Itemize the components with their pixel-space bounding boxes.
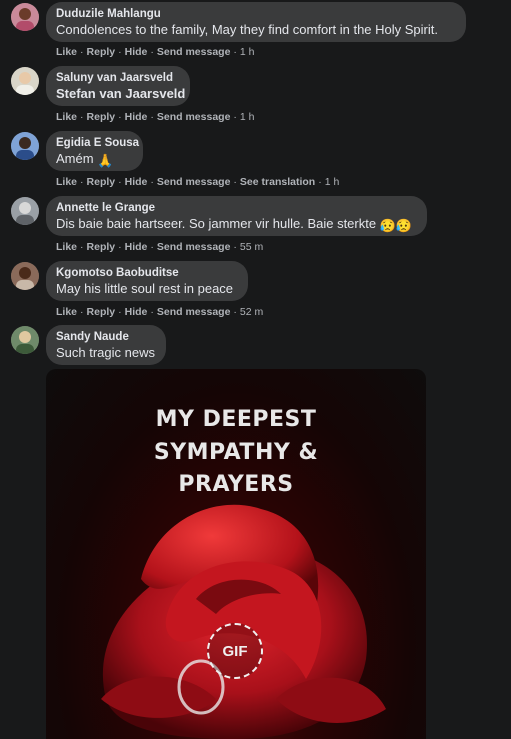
- hide-link[interactable]: Hide: [125, 46, 148, 58]
- comment-author[interactable]: Saluny van Jaarsveld: [56, 71, 180, 85]
- separator: ·: [80, 176, 84, 188]
- hide-link[interactable]: Hide: [125, 241, 148, 253]
- gif-attachment[interactable]: MY DEEPEST SYMPATHY & PRAYERS GIF: [46, 369, 426, 739]
- hide-link[interactable]: Hide: [125, 176, 148, 188]
- separator: ·: [233, 241, 237, 253]
- send-message-link[interactable]: Send message: [157, 306, 231, 318]
- comment-bubble: Annette le Grange Dis baie baie hartseer…: [46, 196, 427, 236]
- separator: ·: [233, 111, 237, 123]
- separator: ·: [233, 306, 237, 318]
- separator: ·: [80, 111, 84, 123]
- comment-text: Such tragic news: [56, 345, 155, 360]
- reply-link[interactable]: Reply: [87, 241, 116, 253]
- send-message-link[interactable]: Send message: [157, 176, 231, 188]
- comment-author[interactable]: Egidia E Sousa: [56, 136, 139, 150]
- gif-play-badge[interactable]: GIF: [207, 623, 263, 679]
- separator: ·: [150, 176, 154, 188]
- comment-author[interactable]: Kgomotso Baobuditse: [56, 266, 238, 280]
- sad-face-icon: 😥😥: [379, 218, 413, 233]
- like-link[interactable]: Like: [56, 111, 77, 123]
- separator: ·: [150, 46, 154, 58]
- reply-link[interactable]: Reply: [87, 46, 116, 58]
- avatar[interactable]: [11, 262, 39, 290]
- separator: ·: [118, 46, 122, 58]
- comment-actions: Like · Reply · Hide · Send message · 1 h: [56, 46, 255, 58]
- gif-caption-line: MY DEEPEST: [155, 407, 317, 432]
- comment-actions: Like · Reply · Hide · Send message · 55 m: [56, 241, 263, 253]
- reply-link[interactable]: Reply: [87, 176, 116, 188]
- separator: ·: [118, 111, 122, 123]
- avatar[interactable]: [11, 197, 39, 225]
- comment-bubble: Saluny van Jaarsveld Stefan van Jaarsvel…: [46, 66, 190, 106]
- avatar[interactable]: [11, 3, 39, 31]
- see-translation-link[interactable]: See translation: [240, 176, 315, 188]
- separator: ·: [118, 176, 122, 188]
- comment-text-body: Dis baie baie hartseer. So jammer vir hu…: [56, 216, 377, 231]
- separator: ·: [80, 241, 84, 253]
- avatar[interactable]: [11, 326, 39, 354]
- comment-time[interactable]: 1 h: [240, 46, 255, 58]
- separator: ·: [233, 176, 237, 188]
- avatar[interactable]: [11, 132, 39, 160]
- separator: ·: [150, 111, 154, 123]
- comment-actions: Like · Reply · Hide · Send message · 52 m: [56, 306, 263, 318]
- send-message-link[interactable]: Send message: [157, 241, 231, 253]
- separator: ·: [80, 306, 84, 318]
- gif-caption-line: PRAYERS: [178, 472, 294, 497]
- comment-bubble: Duduzile Mahlangu Condolences to the fam…: [46, 2, 466, 42]
- comment-bubble: Kgomotso Baobuditse May his little soul …: [46, 261, 248, 301]
- hide-link[interactable]: Hide: [125, 306, 148, 318]
- comment-time[interactable]: 1 h: [240, 111, 255, 123]
- gif-caption-line: SYMPATHY &: [153, 440, 319, 465]
- comment-bubble: Egidia E Sousa Amém 🙏: [46, 131, 143, 171]
- comment-author[interactable]: Duduzile Mahlangu: [56, 7, 456, 21]
- send-message-link[interactable]: Send message: [157, 46, 231, 58]
- comment-actions: Like · Reply · Hide · Send message · 1 h: [56, 111, 255, 123]
- comment-actions: Like · Reply · Hide · Send message · See transla…: [56, 176, 339, 188]
- separator: ·: [118, 306, 122, 318]
- tagged-user[interactable]: Stefan van Jaarsveld: [56, 85, 185, 102]
- comment-text-body: Amém: [56, 151, 94, 166]
- comment-bubble: Sandy Naude Such tragic news: [46, 325, 166, 365]
- reply-link[interactable]: Reply: [87, 306, 116, 318]
- separator: ·: [80, 46, 84, 58]
- comment-author[interactable]: Annette le Grange: [56, 201, 417, 215]
- comment-text: Amém 🙏: [56, 150, 133, 169]
- comment-time[interactable]: 1 h: [325, 176, 340, 188]
- separator: ·: [150, 306, 154, 318]
- avatar[interactable]: [11, 67, 39, 95]
- comment-time[interactable]: 55 m: [240, 241, 263, 253]
- praying-hands-icon: 🙏: [97, 153, 114, 168]
- like-link[interactable]: Like: [56, 176, 77, 188]
- separator: ·: [233, 46, 237, 58]
- comment-text: Condolences to the family, May they find…: [56, 22, 438, 37]
- separator: ·: [318, 176, 322, 188]
- comment-text: Dis baie baie hartseer. So jammer vir hu…: [56, 215, 417, 234]
- comment-text: May his little soul rest in peace: [56, 281, 234, 296]
- send-message-link[interactable]: Send message: [157, 111, 231, 123]
- like-link[interactable]: Like: [56, 241, 77, 253]
- reply-link[interactable]: Reply: [87, 111, 116, 123]
- comment-author[interactable]: Sandy Naude: [56, 330, 156, 344]
- separator: ·: [150, 241, 154, 253]
- comment-time[interactable]: 52 m: [240, 306, 263, 318]
- separator: ·: [118, 241, 122, 253]
- hide-link[interactable]: Hide: [125, 111, 148, 123]
- like-link[interactable]: Like: [56, 46, 77, 58]
- like-link[interactable]: Like: [56, 306, 77, 318]
